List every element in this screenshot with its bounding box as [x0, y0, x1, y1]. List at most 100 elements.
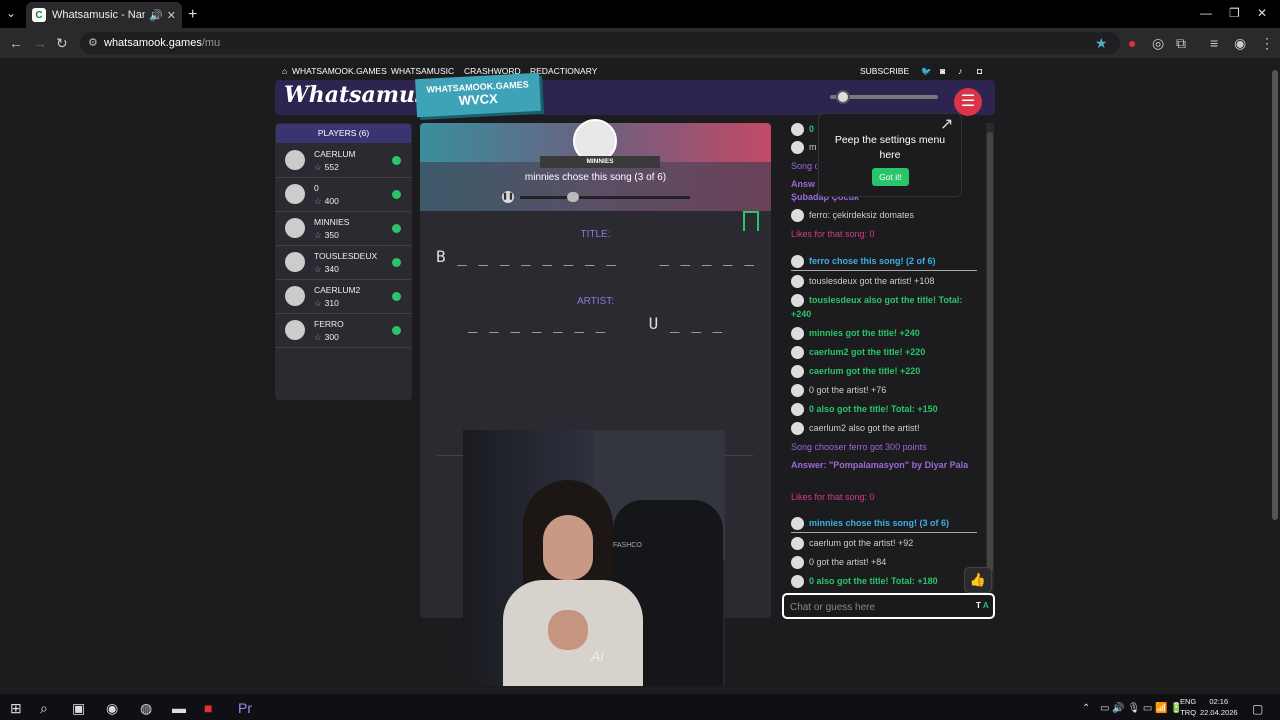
thumbs-up-icon: 👍	[969, 572, 987, 587]
task-view-icon[interactable]: ▣	[72, 700, 85, 717]
player-row[interactable]: FERRO ☆ 300	[276, 314, 411, 348]
player-row[interactable]: CAERLUM2 ☆ 310	[276, 280, 411, 314]
taskbar-clock[interactable]: 02:16 22.04.2026	[1200, 696, 1238, 718]
player-score: ☆ 340	[314, 264, 339, 275]
obs-icon[interactable]: ◉	[106, 700, 118, 717]
nav-link-redactionary[interactable]: REDACTIONARY	[530, 66, 597, 76]
search-icon[interactable]: ⌕	[40, 700, 48, 717]
extension-icon[interactable]: ●	[1128, 35, 1136, 51]
site-info-icon[interactable]: ⚙	[88, 36, 98, 49]
chat-message-text: Song chooser ferro got 300 points	[791, 442, 927, 452]
page-scrollbar-thumb[interactable]	[1272, 70, 1278, 520]
chat-message-text: caerlum2 also got the artist!	[809, 423, 920, 433]
chrome-icon[interactable]: ◍	[140, 700, 152, 717]
premiere-icon[interactable]: Pr	[238, 700, 252, 716]
pause-icon[interactable]: ❚❚	[502, 191, 514, 203]
star-icon: ☆	[314, 196, 322, 206]
star-icon: ☆	[314, 264, 322, 274]
minimize-icon[interactable]: —	[1200, 6, 1212, 20]
notification-icon[interactable]: ▢	[1252, 702, 1263, 716]
restore-icon[interactable]: ❐	[1229, 6, 1240, 20]
tab-audio-icon[interactable]: 🔊	[149, 9, 163, 22]
media-control-icon[interactable]: ≡	[1210, 35, 1218, 51]
chat-message-text: caerlum got the artist! +92	[809, 538, 914, 548]
extensions-puzzle-icon[interactable]: ⧉	[1176, 35, 1186, 52]
url-field[interactable]: ⚙ whatsamook.games/mu	[80, 32, 1120, 54]
home-icon[interactable]: ⌂	[282, 66, 287, 76]
chat-message: minnies chose this song! (3 of 6)	[791, 516, 977, 534]
tooltip-arrow-icon: ↗	[940, 116, 954, 133]
tray-chevron-icon[interactable]: ⌃	[1082, 703, 1090, 714]
address-bar-area: ← → ↻ ⚙ whatsamook.games/mu ★ ● ◎ ⧉ ≡ ◉ …	[0, 28, 1280, 58]
reload-icon[interactable]: ↻	[56, 35, 68, 52]
chat-message: 0 also got the title! Total: +180	[791, 574, 977, 589]
chat-avatar	[791, 275, 804, 289]
player-row[interactable]: 0 ☆ 400	[276, 178, 411, 212]
player-score: ☆ 400	[314, 196, 339, 207]
bookmark-icon[interactable]	[743, 211, 759, 231]
chat-avatar	[791, 556, 804, 570]
player-avatar	[285, 286, 305, 306]
player-name: CAERLUM	[314, 149, 356, 159]
chat-scrollbar-thumb[interactable]	[987, 132, 993, 572]
chat-message-text: touslesdeux got the artist! +108	[809, 276, 935, 286]
nav-link-home[interactable]: WHATSAMOOK.GAMES	[292, 66, 387, 76]
star-icon: ☆	[314, 298, 322, 308]
tab-list-icon[interactable]: ⌄	[6, 6, 16, 20]
tab-title: Whatsamusic - Name That	[52, 9, 145, 21]
instagram-icon[interactable]: ◙	[940, 66, 945, 76]
clock-time: 02:16	[1209, 697, 1229, 706]
nav-link-subscribe[interactable]: SUBSCRIBE	[860, 66, 909, 76]
player-name: MINNIES	[314, 217, 350, 227]
forward-icon[interactable]: →	[33, 35, 47, 51]
player-name: FERRO	[314, 319, 344, 329]
browser-tab-bar: ⌄ C Whatsamusic - Name That 🔊 ✕ + — ❐ ✕	[0, 0, 1280, 28]
nav-link-whatsamusic[interactable]: WHATSAMUSIC	[391, 66, 454, 76]
twitter-icon[interactable]: 🐦	[921, 66, 932, 77]
artist-label: ARTIST:	[576, 296, 615, 307]
text-size-toggle[interactable]: T A	[976, 601, 989, 610]
got-it-button[interactable]: Got it!	[872, 168, 909, 186]
player-score: ☆ 300	[314, 332, 339, 343]
back-icon[interactable]: ←	[9, 35, 23, 51]
chat-message-text: 0 got the artist! +84	[809, 557, 887, 567]
chat-avatar	[791, 294, 804, 308]
player-row[interactable]: TOUSLESDEUX ☆ 340	[276, 246, 411, 280]
chat-message-text: 0	[809, 124, 815, 134]
chat-message: Likes for that song: 0	[791, 490, 977, 504]
player-row[interactable]: CAERLUM ☆ 552	[276, 144, 411, 178]
volume-slider-knob[interactable]	[836, 90, 850, 104]
player-row[interactable]: MINNIES ☆ 350	[276, 212, 411, 246]
extension-icon[interactable]: ◎	[1152, 35, 1164, 52]
tray-icons[interactable]: ▭ 🔊 🎙 ▭ 📶 🔋	[1100, 703, 1183, 714]
discord-icon[interactable]: ◘	[977, 66, 982, 76]
input-language[interactable]: ENG TRQ	[1180, 696, 1196, 718]
chat-message: 0 got the artist! +76	[791, 383, 977, 398]
chat-message-text: minnies got the title! +240	[809, 328, 920, 338]
chose-song-text: minnies chose this song (3 of 6)	[524, 172, 667, 183]
new-tab-icon[interactable]: +	[188, 6, 197, 24]
check-icon	[392, 156, 401, 165]
tab-close-icon[interactable]: ✕	[167, 9, 176, 22]
file-explorer-icon[interactable]: ▬	[172, 700, 186, 716]
settings-menu-button[interactable]: ☰	[954, 88, 982, 116]
chat-message-text: 0 also got the title! Total: +180	[809, 576, 938, 586]
chat-message-text: Likes for that song: 0	[791, 229, 875, 239]
bookmark-star-icon[interactable]: ★	[1095, 35, 1108, 52]
chat-input[interactable]	[790, 599, 970, 615]
voicemod-icon[interactable]: ■	[204, 700, 212, 716]
windows-start-icon[interactable]: ⊞	[10, 700, 22, 717]
browser-menu-icon[interactable]: ⋮	[1260, 35, 1274, 52]
chat-message-text: touslesdeux also got the title! Total: +…	[791, 295, 963, 320]
check-icon	[392, 224, 401, 233]
chat-input-box[interactable]: T A	[782, 593, 995, 619]
browser-tab[interactable]: C Whatsamusic - Name That 🔊 ✕	[26, 2, 182, 28]
profile-avatar-icon[interactable]: ◉	[1234, 35, 1246, 52]
chat-message: ferro: çekirdeksiz domates	[791, 208, 977, 223]
window-close-icon[interactable]: ✕	[1257, 6, 1267, 20]
tiktok-icon[interactable]: ♪	[958, 66, 962, 76]
chat-message: touslesdeux also got the title! Total: +…	[791, 293, 977, 321]
check-icon	[392, 190, 401, 199]
chat-message-text: m	[809, 142, 817, 152]
like-song-button[interactable]: 👍	[964, 567, 992, 593]
